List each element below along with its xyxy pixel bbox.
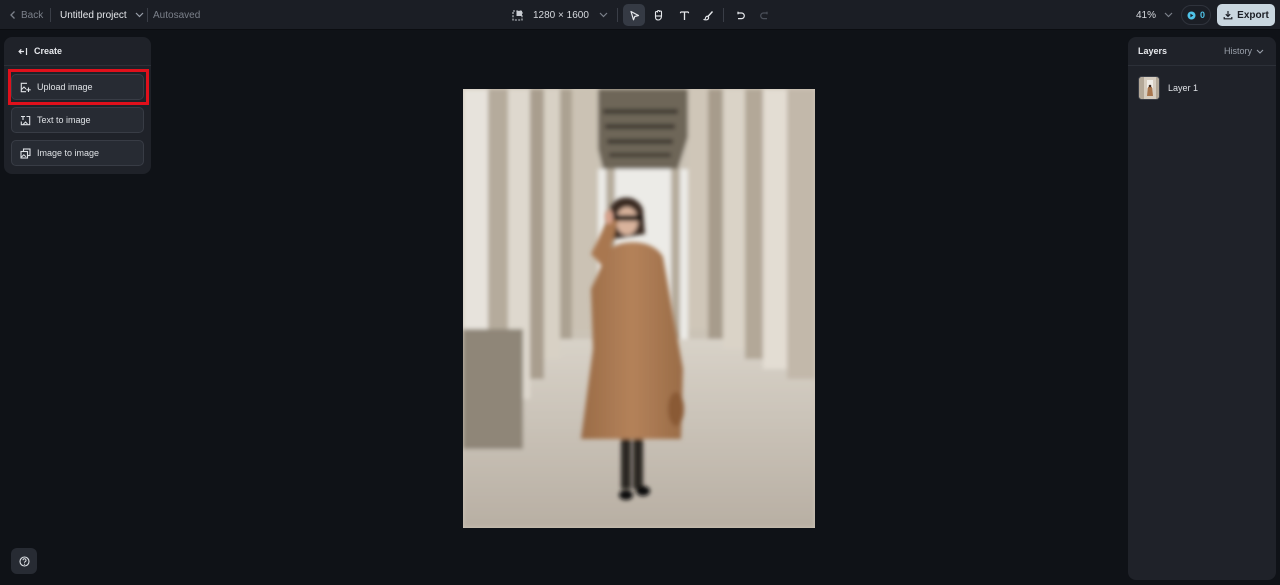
canvas-size: 1280 × 1600 [533,9,589,21]
text-to-image-label: Text to image [37,115,91,125]
cursor-arrow-icon [629,10,640,21]
zoom-dropdown[interactable]: 41% [1136,0,1173,30]
undo-icon [735,10,746,21]
hand-tool[interactable] [647,4,669,26]
history-dropdown[interactable]: History [1224,46,1264,56]
image-to-image-button[interactable]: Image to image [11,140,144,166]
resize-icon [512,9,523,21]
create-panel-header[interactable]: Create [4,37,151,66]
download-icon [1223,10,1233,20]
text-to-image-button[interactable]: Text to image [11,107,144,133]
layer-item[interactable]: Layer 1 [1138,76,1198,100]
help-button[interactable] [11,548,37,574]
divider [50,8,51,22]
top-bar: Back Untitled project Autosaved 1280 × 1… [0,0,1280,30]
chevron-down-icon [1164,12,1173,18]
export-label: Export [1237,9,1269,21]
export-button[interactable]: Export [1217,4,1275,26]
brush-tool[interactable] [697,4,719,26]
credits-icon [1187,11,1196,20]
help-icon [18,555,30,567]
canvas-image[interactable] [463,89,815,528]
chevron-left-icon [9,10,17,20]
back-button[interactable]: Back [9,0,43,30]
project-name-dropdown[interactable]: Untitled project [60,0,144,30]
layer-thumbnail [1138,76,1160,100]
image-to-image-label: Image to image [37,148,100,158]
project-name: Untitled project [60,9,127,21]
create-panel: Create Upload image Text to image Image … [4,37,151,174]
brush-icon [702,10,714,21]
back-label: Back [21,9,44,21]
photo-illustration [463,89,815,528]
divider [723,8,724,22]
text-tool[interactable] [673,4,695,26]
chevron-down-icon [135,12,144,18]
divider [147,8,148,22]
upload-image-icon [20,82,31,93]
canvas-size-dropdown[interactable]: 1280 × 1600 [512,0,608,30]
create-panel-title: Create [34,46,63,56]
image-to-image-icon [20,147,31,159]
credits-badge[interactable]: 0 [1181,5,1211,25]
redo-icon [759,10,770,21]
autosave-status: Autosaved [153,9,201,21]
history-label: History [1223,46,1252,56]
layer-name: Layer 1 [1168,83,1199,93]
undo-button[interactable] [729,4,751,26]
layers-title: Layers [1138,46,1168,56]
hand-icon [653,9,664,21]
layers-panel: Layers History Layer 1 [1128,37,1276,580]
collapse-panel-icon [18,47,28,56]
chevron-down-icon [1256,49,1264,54]
select-tool[interactable] [623,4,645,26]
upload-image-button[interactable]: Upload image [11,74,144,100]
text-icon [679,10,690,21]
redo-button[interactable] [753,4,775,26]
layers-panel-header: Layers History [1128,37,1276,66]
chevron-down-icon [599,12,608,18]
zoom-level: 41% [1136,9,1157,21]
divider [617,8,618,22]
credits-count: 0 [1199,10,1205,20]
text-to-image-icon [20,115,31,126]
upload-image-label: Upload image [37,82,93,92]
